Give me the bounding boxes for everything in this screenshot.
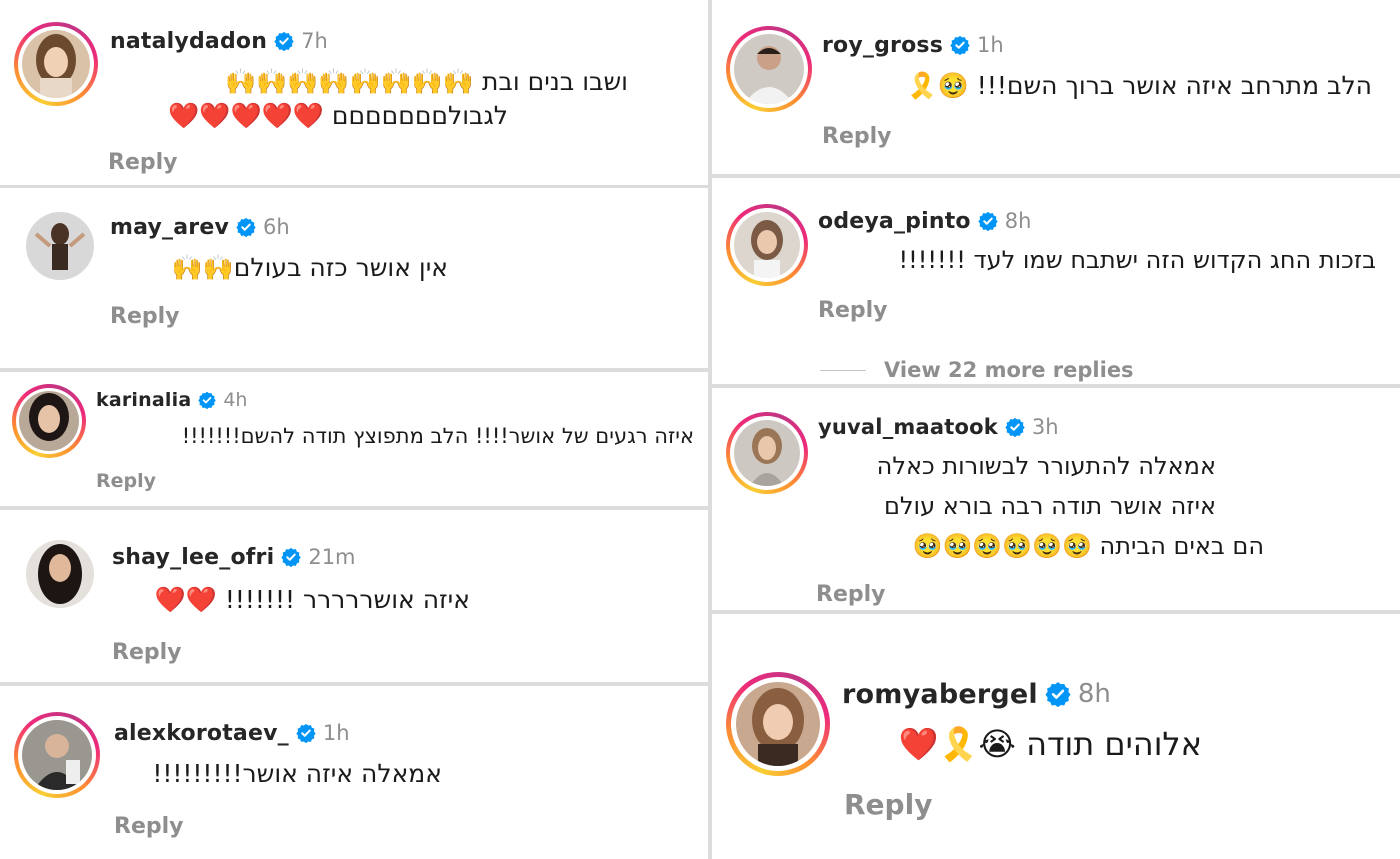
avatar-may-arev[interactable]: [22, 208, 98, 284]
verified-badge-icon: [296, 723, 316, 743]
comment-text: הלב מתרחב איזה אושר ברוך השם!!! 🥹🎗️: [906, 71, 1372, 100]
comment-card-alexkorotaev: alexkorotaev_ 1h אמאלה איזה אושר!!!!!!!!…: [0, 686, 708, 859]
reply-button[interactable]: Reply: [114, 814, 184, 839]
reply-button[interactable]: Reply: [822, 124, 892, 149]
avatar-odeya-pinto[interactable]: [726, 204, 808, 286]
timestamp: 21m: [308, 545, 356, 569]
comment-header: yuval_maatook 3h: [818, 414, 1059, 440]
comment-header: odeya_pinto 8h: [818, 208, 1031, 234]
comment-text: איזה אושר תודה רבה בורא עולם: [883, 492, 1216, 520]
verified-badge-icon: [1045, 681, 1071, 707]
avatar-romyabergel[interactable]: [726, 672, 830, 776]
comment-header: alexkorotaev_ 1h: [114, 720, 350, 746]
reply-button[interactable]: Reply: [844, 788, 932, 821]
username-link[interactable]: roy_gross: [822, 33, 943, 58]
reply-button[interactable]: Reply: [110, 304, 180, 329]
comment-card-odeya-pinto: odeya_pinto 8h בזכות החג הקדוש הזה ישתבח…: [712, 178, 1400, 384]
verified-badge-icon: [1005, 417, 1025, 437]
reply-button[interactable]: Reply: [112, 640, 182, 665]
comment-text: אמאלה להתעורר לבשורות כאלה: [876, 452, 1216, 480]
avatar-shay-lee-ofri[interactable]: [22, 536, 98, 612]
comment-card-natalydadon: natalydadon 7h ושבו בנים ובת 🙌🙌🙌🙌🙌🙌🙌🙌 לג…: [0, 0, 708, 185]
username-link[interactable]: natalydadon: [110, 29, 267, 54]
comment-text: אלוהים תודה 😭🎗️❤️: [898, 725, 1202, 763]
comment-card-may-arev: may_arev 6h אין אושר כזה בעולם🙌🙌 Reply: [0, 188, 708, 368]
timestamp: 8h: [1077, 679, 1111, 709]
comment-text: ושבו בנים ובת 🙌🙌🙌🙌🙌🙌🙌🙌: [225, 67, 628, 96]
comment-card-shay-lee-ofri: shay_lee_ofri 21m איזה אושררררר !!!!!!! …: [0, 510, 708, 682]
comment-text: איזה אושררררר !!!!!!! ❤️❤️: [154, 585, 470, 614]
verified-badge-icon: [274, 31, 294, 51]
timestamp: 1h: [977, 33, 1004, 57]
comment-header: romyabergel 8h: [842, 678, 1111, 710]
username-link[interactable]: odeya_pinto: [818, 209, 971, 234]
username-link[interactable]: karinalia: [96, 389, 191, 411]
reply-button[interactable]: Reply: [816, 582, 886, 607]
divider-line: [820, 369, 866, 371]
comment-card-karinalia: karinalia 4h איזה רגעים של אושר!!!! הלב …: [0, 372, 708, 506]
timestamp: 6h: [263, 215, 290, 239]
view-more-replies-label: View 22 more replies: [884, 358, 1134, 382]
timestamp: 3h: [1031, 415, 1059, 439]
comment-text: אין אושר כזה בעולם🙌🙌: [171, 253, 448, 282]
comment-text: הם באים הביתה 🥹🥹🥹🥹🥹🥹: [912, 532, 1264, 560]
reply-button[interactable]: Reply: [96, 470, 156, 492]
comment-text: איזה רגעים של אושר!!!! הלב מתפוצץ תודה ל…: [181, 424, 694, 448]
avatar-roy-gross[interactable]: [726, 26, 812, 112]
username-link[interactable]: yuval_maatook: [818, 415, 998, 439]
avatar-natalydadon[interactable]: [14, 22, 98, 106]
verified-badge-icon: [950, 35, 970, 55]
comment-text: לגבולםםםםםםם ❤️❤️❤️❤️❤️: [168, 101, 508, 130]
view-more-replies-button[interactable]: View 22 more replies: [820, 358, 1134, 382]
comment-header: karinalia 4h: [96, 388, 247, 412]
timestamp: 1h: [322, 721, 350, 745]
timestamp: 4h: [223, 389, 248, 411]
avatar-alexkorotaev[interactable]: [14, 712, 100, 798]
comment-header: natalydadon 7h: [110, 28, 328, 54]
avatar-yuval-maatook[interactable]: [726, 412, 808, 494]
comment-card-yuval-maatook: yuval_maatook 3h אמאלה להתעורר לבשורות כ…: [712, 388, 1400, 610]
comment-card-romyabergel: romyabergel 8h אלוהים תודה 😭🎗️❤️ Reply: [712, 614, 1400, 859]
verified-badge-icon: [236, 217, 256, 237]
comment-header: roy_gross 1h: [822, 32, 1004, 58]
username-link[interactable]: shay_lee_ofri: [112, 545, 274, 570]
reply-button[interactable]: Reply: [108, 150, 178, 175]
timestamp: 7h: [301, 29, 328, 53]
comment-header: may_arev 6h: [110, 214, 290, 240]
username-link[interactable]: may_arev: [110, 215, 229, 240]
comment-text: אמאלה איזה אושר!!!!!!!!!: [152, 759, 442, 788]
verified-badge-icon: [198, 391, 217, 409]
verified-badge-icon: [978, 211, 998, 231]
avatar-karinalia[interactable]: [12, 384, 86, 458]
username-link[interactable]: alexkorotaev_: [114, 721, 289, 746]
reply-button[interactable]: Reply: [818, 298, 888, 323]
verified-badge-icon: [281, 547, 301, 567]
comment-header: shay_lee_ofri 21m: [112, 544, 356, 570]
comment-card-roy-gross: roy_gross 1h הלב מתרחב איזה אושר ברוך הש…: [712, 0, 1400, 174]
comment-text: בזכות החג הקדוש הזה ישתבח שמו לעד !!!!!!…: [898, 246, 1376, 274]
timestamp: 8h: [1004, 209, 1032, 233]
username-link[interactable]: romyabergel: [842, 679, 1038, 710]
